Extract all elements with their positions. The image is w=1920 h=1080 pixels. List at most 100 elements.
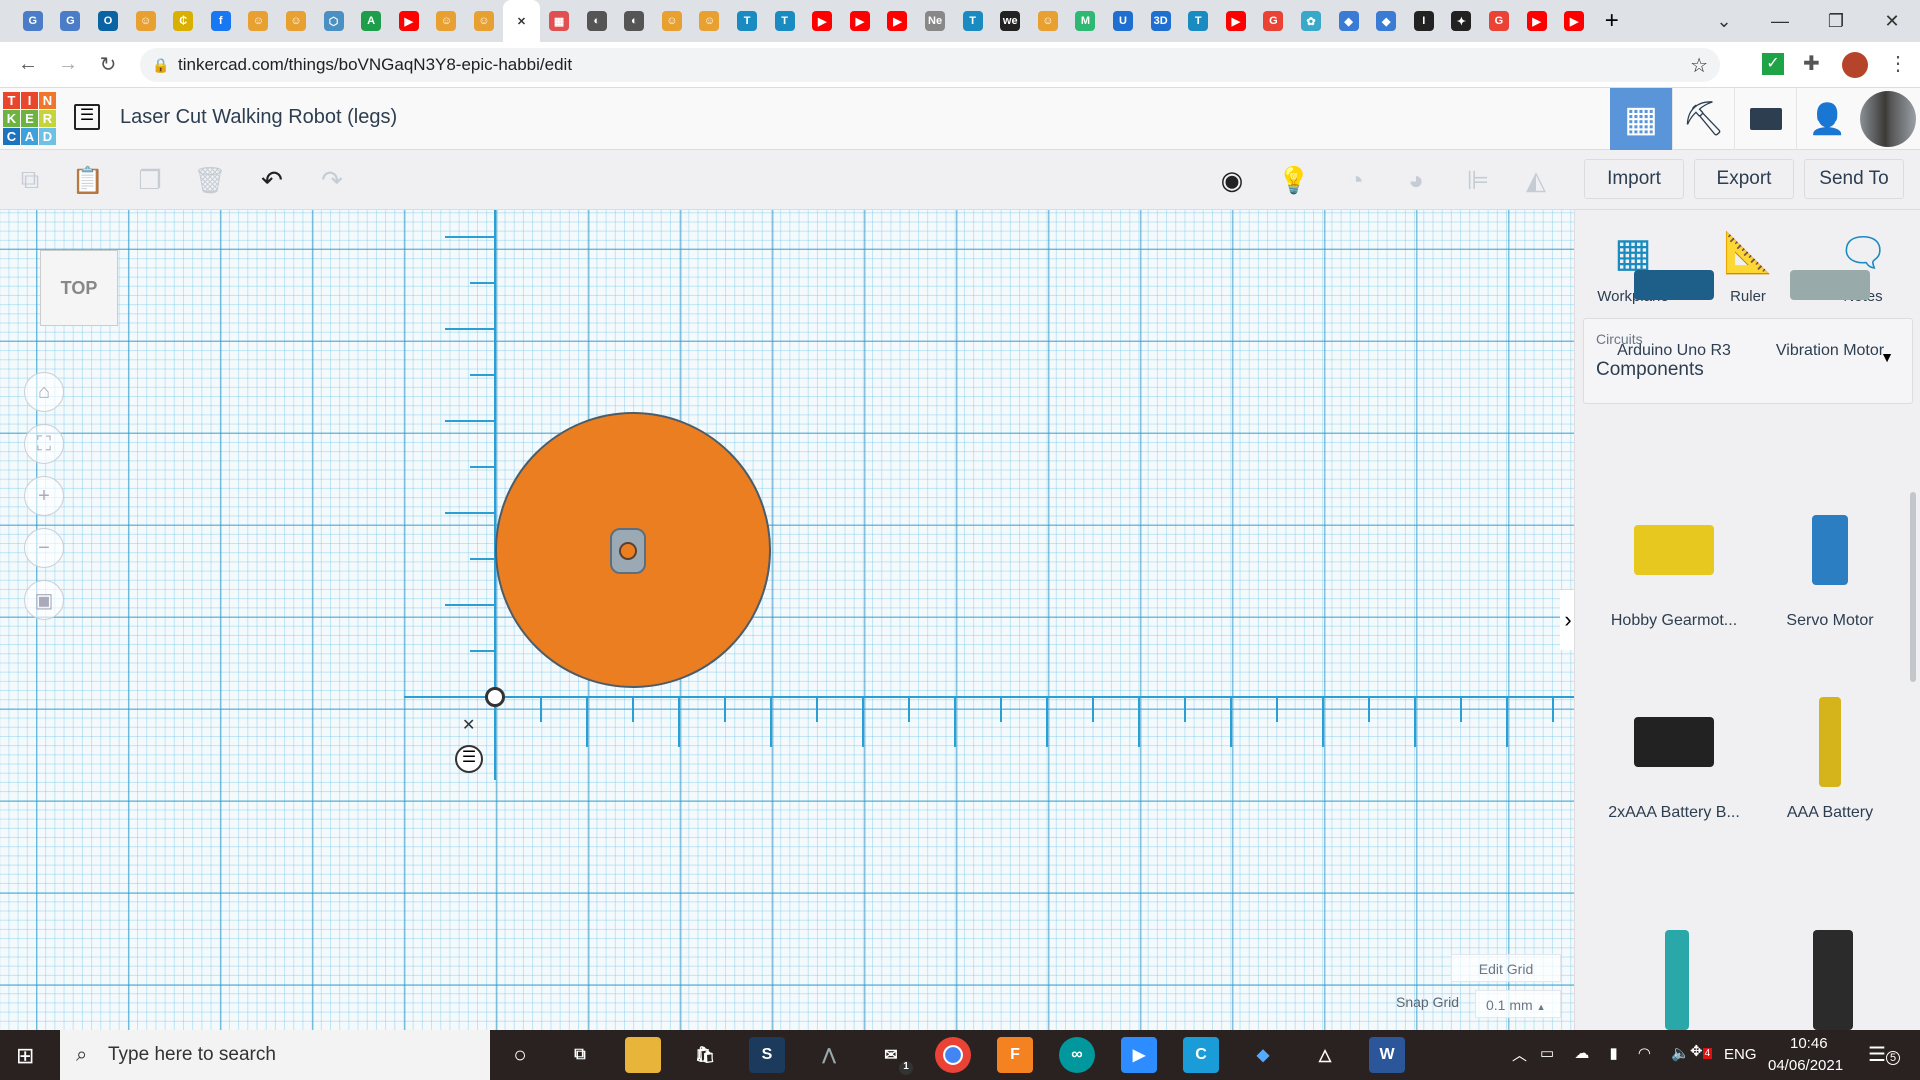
tab-search-icon[interactable]: ⌄ [1696, 11, 1752, 32]
extension-check-icon[interactable]: ✓ [1762, 53, 1784, 75]
copy-icon[interactable]: ⧉ [12, 162, 48, 198]
component-item[interactable]: AAA Battery [1755, 692, 1905, 822]
browser-tab[interactable]: ◆ [1330, 0, 1368, 42]
forward-button[interactable]: → [48, 53, 88, 76]
browser-tab[interactable]: ☺ [428, 0, 466, 42]
dropbox-icon[interactable]: ✥ 4 [1690, 1042, 1713, 1060]
redo-icon[interactable]: ↷ [314, 162, 350, 198]
tray-chevron-icon[interactable]: ︿ [1512, 1044, 1527, 1065]
bricks-view-button[interactable] [1734, 88, 1796, 150]
browser-tab[interactable]: ◐ [616, 0, 654, 42]
task-view-icon[interactable]: ⧉ [562, 1037, 598, 1073]
fusion-icon[interactable]: F [997, 1037, 1033, 1073]
browser-tab[interactable]: M [1067, 0, 1105, 42]
browser-tab[interactable]: ☺ [653, 0, 691, 42]
show-all-icon[interactable]: ◉ [1214, 162, 1250, 198]
notification-center[interactable]: ☰ 5 [1868, 1042, 1901, 1067]
browser-tab[interactable]: ☺ [1029, 0, 1067, 42]
orange-disc-shape[interactable] [495, 412, 771, 688]
undo-icon[interactable]: ↶ [254, 162, 290, 198]
browser-tab[interactable]: ⬡ [315, 0, 353, 42]
word-icon[interactable]: W [1369, 1037, 1405, 1073]
browser-tab[interactable]: G [1255, 0, 1293, 42]
browser-tab[interactable]: ₵ [164, 0, 202, 42]
component-item[interactable]: Arduino Uno R3 [1599, 270, 1749, 360]
invite-user-button[interactable]: 👤 [1796, 88, 1858, 150]
browser-tab[interactable]: O [89, 0, 127, 42]
clock-time[interactable]: 10:46 [1790, 1035, 1828, 1052]
steam-icon[interactable]: S [749, 1037, 785, 1073]
delete-icon[interactable]: 🗑 [192, 162, 228, 198]
zoom-icon[interactable]: ▶ [1121, 1037, 1157, 1073]
browser-tab[interactable]: ▶ [1518, 0, 1556, 42]
ruler-close-icon[interactable]: ✕ [462, 715, 475, 735]
browser-tab[interactable]: I [1405, 0, 1443, 42]
browser-tab[interactable]: ☺ [277, 0, 315, 42]
cortana-icon[interactable]: ○ [502, 1037, 538, 1073]
browser-tab[interactable]: G [52, 0, 90, 42]
mail-icon[interactable]: ✉ 1 [873, 1037, 913, 1075]
group-icon[interactable]: ◔ [1338, 162, 1374, 198]
app-arrow-icon[interactable]: ◆ [1245, 1037, 1281, 1073]
3d-design-view-button[interactable]: ▦ [1610, 88, 1672, 150]
ungroup-icon[interactable]: ◕ [1398, 162, 1434, 198]
browser-tab[interactable]: ▶ [841, 0, 879, 42]
url-bar[interactable]: 🔒 tinkercad.com/things/boVNGaqN3Y8-epic-… [140, 48, 1720, 82]
light-bulb-icon[interactable]: 💡 [1276, 162, 1312, 198]
arduino-icon[interactable]: ∞ [1059, 1037, 1095, 1073]
browser-tab[interactable]: T [766, 0, 804, 42]
browser-tab[interactable]: T [728, 0, 766, 42]
import-button[interactable]: Import [1584, 159, 1684, 199]
taskbar-search[interactable]: ⌕ Type here to search [60, 1030, 490, 1080]
browser-tab[interactable]: ▶ [1555, 0, 1593, 42]
language-indicator[interactable]: ENG [1724, 1046, 1757, 1063]
predator-icon[interactable]: ⋀ [811, 1037, 847, 1073]
browser-tab[interactable]: ▶ [390, 0, 428, 42]
mirror-icon[interactable]: ◭ [1518, 162, 1554, 198]
browser-tab[interactable]: ☺ [240, 0, 278, 42]
prusa-icon[interactable]: △ [1307, 1037, 1343, 1073]
export-button[interactable]: Export [1694, 159, 1794, 199]
component-item[interactable]: Servo Motor [1755, 500, 1905, 630]
edit-grid-button[interactable]: Edit Grid [1451, 954, 1561, 982]
back-button[interactable]: ← [8, 53, 48, 76]
battery-thumbnail[interactable] [1813, 930, 1853, 1030]
browser-tab[interactable]: Ne [916, 0, 954, 42]
browser-tab[interactable]: T [1179, 0, 1217, 42]
duplicate-icon[interactable]: ❐ [132, 162, 168, 198]
browser-tab[interactable]: G [14, 0, 52, 42]
design-list-icon[interactable]: ☰ [74, 104, 100, 130]
new-tab-button[interactable]: + [1593, 0, 1631, 42]
bookmark-star-icon[interactable]: ☆ [1690, 53, 1708, 78]
browser-tab[interactable]: U [1104, 0, 1142, 42]
codeblocks-view-button[interactable]: ⛏ [1672, 88, 1734, 150]
workplane-canvas[interactable]: TOP ⌂ ⛶ + − ▣ ✕ ☰ › Edit Grid Snap Grid … [0, 210, 1574, 1030]
send-to-button[interactable]: Send To [1804, 159, 1904, 199]
chrome-icon[interactable] [935, 1037, 971, 1073]
clock-date[interactable]: 04/06/2021 [1768, 1057, 1843, 1074]
browser-tab[interactable]: ◆ [1367, 0, 1405, 42]
browser-tab[interactable]: G [1480, 0, 1518, 42]
browser-tab[interactable]: ▶ [1217, 0, 1255, 42]
browser-tab[interactable]: ▦ [540, 0, 578, 42]
component-item[interactable]: Hobby Gearmot... [1599, 500, 1749, 630]
browser-tab-active[interactable]: ✕ [502, 0, 541, 42]
profile-avatar[interactable] [1842, 52, 1868, 78]
tinkercad-logo[interactable]: TIN KER CAD [3, 92, 56, 145]
maximize-button[interactable]: ❐ [1808, 11, 1864, 32]
cura-icon[interactable]: C [1183, 1037, 1219, 1073]
browser-menu-icon[interactable]: ⋮ [1888, 51, 1908, 76]
reload-button[interactable]: ↻ [88, 52, 128, 77]
component-item[interactable]: 2xAAA Battery B... [1599, 692, 1749, 822]
close-window-button[interactable]: ✕ [1864, 11, 1920, 32]
browser-tab[interactable]: T [954, 0, 992, 42]
battery-thumbnail[interactable] [1665, 930, 1689, 1030]
browser-tab[interactable]: ☺ [465, 0, 503, 42]
design-title[interactable]: Laser Cut Walking Robot (legs) [120, 106, 397, 129]
browser-tab[interactable]: ✿ [1292, 0, 1330, 42]
ruler[interactable] [0, 210, 1574, 1030]
browser-tab[interactable]: ☺ [691, 0, 729, 42]
extensions-puzzle-icon[interactable]: ✚ [1803, 51, 1820, 76]
file-explorer-icon[interactable] [625, 1037, 661, 1073]
align-icon[interactable]: ⊫ [1460, 162, 1496, 198]
